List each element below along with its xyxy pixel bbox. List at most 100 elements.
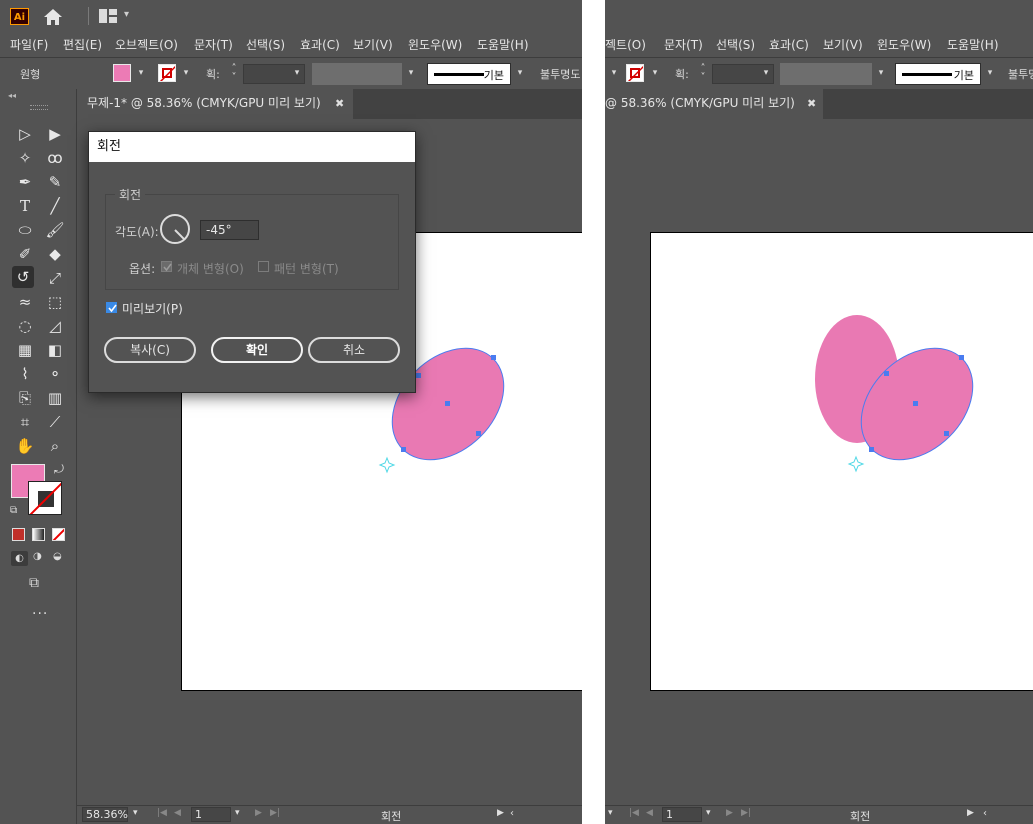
curvature-tool-icon[interactable]: ✎ [44,171,66,193]
first-page-icon[interactable]: |◀ [157,808,167,818]
menu-type[interactable]: 문자(T) [194,36,233,53]
menu-view[interactable]: 보기(V) [353,36,393,53]
page-chevron-icon[interactable]: ▾ [706,808,711,818]
menu-file[interactable]: 파일(F) [10,36,48,53]
profile-chevron-icon[interactable]: ▾ [404,64,418,82]
ok-button[interactable]: 확인 [211,337,303,363]
magic-wand-tool-icon[interactable]: ✧ [14,147,36,169]
shaper-tool-icon[interactable]: ✐ [14,243,36,265]
rotation-origin-icon[interactable] [378,456,396,474]
stroke-weight-chevron-icon[interactable]: ▾ [290,64,304,82]
artboard-tool-icon[interactable]: ⌗ [14,411,36,433]
workspace-switcher-icon[interactable] [99,9,117,23]
status-menu-icon[interactable]: ▶ [497,808,504,818]
type-tool-icon[interactable]: T [14,195,36,217]
menu-effect[interactable]: 효과(C) [300,36,340,53]
menu-object[interactable]: 오브젝트(O) [115,36,178,53]
brush-definition[interactable]: 기본 [895,63,981,85]
angle-input[interactable]: -45° [200,220,259,240]
chevron-down-icon[interactable]: ▾ [124,9,129,20]
default-colors-icon[interactable]: ⧉ [10,505,17,516]
last-page-icon[interactable]: ▶| [741,808,751,818]
column-graph-tool-icon[interactable]: ▥ [44,387,66,409]
scroll-left-icon[interactable]: ‹ [983,808,987,819]
preview-checkbox[interactable] [106,302,117,313]
none-mode-icon[interactable] [52,528,65,541]
menu-window[interactable]: 윈도우(W) [877,36,931,53]
brush-chevron-icon[interactable]: ▾ [513,64,527,82]
menu-window[interactable]: 윈도우(W) [408,36,462,53]
scroll-left-icon[interactable]: ‹ [510,808,514,819]
edit-toolbar-icon[interactable]: ··· [32,606,48,622]
fill-dropdown-chevron-icon[interactable]: ▾ [607,64,621,82]
next-page-icon[interactable]: ▶ [255,808,262,818]
variable-width-profile[interactable] [312,63,402,85]
screen-mode-icon[interactable]: ⧉ [29,575,39,591]
transform-patterns-checkbox[interactable] [258,261,269,272]
menu-object[interactable]: 젝트(O) [605,36,646,53]
angle-dial[interactable] [160,214,190,244]
menu-select[interactable]: 선택(S) [246,36,285,53]
selection-tool-icon[interactable]: ▷ [14,123,36,145]
eyedropper-tool-icon[interactable]: ⌇ [14,363,36,385]
stroke-swatch-none[interactable] [158,64,176,82]
paintbrush-tool-icon[interactable]: 🖌 [44,219,66,241]
blend-tool-icon[interactable]: ⚬ [44,363,66,385]
status-menu-icon[interactable]: ▶ [967,808,974,818]
mesh-tool-icon[interactable]: ▦ [14,339,36,361]
slice-tool-icon[interactable]: ⟋ [44,411,66,433]
fill-swatch[interactable] [113,64,131,82]
variable-width-profile[interactable] [780,63,872,85]
menu-help[interactable]: 도움말(H) [477,36,529,53]
zoom-level-field[interactable]: 58.36% [82,807,128,822]
perspective-grid-tool-icon[interactable]: ◿ [44,315,66,337]
draw-normal-icon[interactable]: ◐ [11,551,28,566]
zoom-chevron-icon[interactable]: ▾ [133,808,138,818]
previous-page-icon[interactable]: ◀ [646,808,653,818]
lasso-tool-icon[interactable]: ꝏ [44,147,66,169]
page-chevron-icon[interactable]: ▾ [235,808,240,818]
color-mode-icon[interactable] [12,528,25,541]
stroke-dropdown-chevron-icon[interactable]: ▾ [648,64,662,82]
draw-inside-icon[interactable]: ◒ [53,551,62,562]
stroke-weight-chevron-icon[interactable]: ▾ [759,64,773,82]
zoom-chevron-icon[interactable]: ▾ [608,808,613,818]
collapse-panel-icon[interactable]: ◂◂ [8,91,16,100]
menu-edit[interactable]: 편집(E) [63,36,102,53]
zoom-tool-icon[interactable]: ⌕ [44,435,66,457]
preview-label[interactable]: 미리보기(P) [122,300,183,317]
previous-page-icon[interactable]: ◀ [174,808,181,818]
first-page-icon[interactable]: |◀ [629,808,639,818]
gradient-tool-icon[interactable]: ◧ [44,339,66,361]
opacity-label[interactable]: 불투명 [1008,66,1033,82]
menu-select[interactable]: 선택(S) [716,36,755,53]
shape-builder-tool-icon[interactable]: ◌ [14,315,36,337]
fill-dropdown-chevron-icon[interactable]: ▾ [134,64,148,82]
next-page-icon[interactable]: ▶ [726,808,733,818]
brush-chevron-icon[interactable]: ▾ [983,64,997,82]
document-tab[interactable]: 무제-1* @ 58.36% (CMYK/GPU 미리 보기) ✖ [77,89,353,119]
free-transform-tool-icon[interactable]: ⬚ [44,291,66,313]
close-icon[interactable]: ✖ [335,90,344,118]
brush-definition[interactable]: 기본 [427,63,511,85]
direct-selection-tool-icon[interactable]: ▶ [44,123,66,145]
transform-objects-checkbox[interactable] [161,261,172,272]
hand-tool-icon[interactable]: ✋ [14,435,36,457]
gradient-mode-icon[interactable] [32,528,45,541]
home-icon[interactable] [43,8,63,26]
page-number-field[interactable]: 1 [662,807,702,822]
stroke-dropdown-chevron-icon[interactable]: ▾ [179,64,193,82]
document-tab[interactable]: @ 58.36% (CMYK/GPU 미리 보기) ✖ [605,89,823,119]
opacity-label[interactable]: 불투명도 [540,66,580,82]
menu-type[interactable]: 문자(T) [664,36,703,53]
copy-button[interactable]: 복사(C) [104,337,196,363]
profile-chevron-icon[interactable]: ▾ [874,64,888,82]
close-icon[interactable]: ✖ [807,90,816,118]
canvas-area[interactable] [605,119,1033,806]
draw-behind-icon[interactable]: ◑ [33,551,42,562]
panel-grip-icon[interactable] [30,105,48,110]
pen-tool-icon[interactable]: ✒ [14,171,36,193]
stroke-stepper-icon[interactable]: ˄ ˅ [696,64,710,83]
stroke-swatch-none[interactable] [626,64,644,82]
line-tool-icon[interactable]: ╱ [44,195,66,217]
